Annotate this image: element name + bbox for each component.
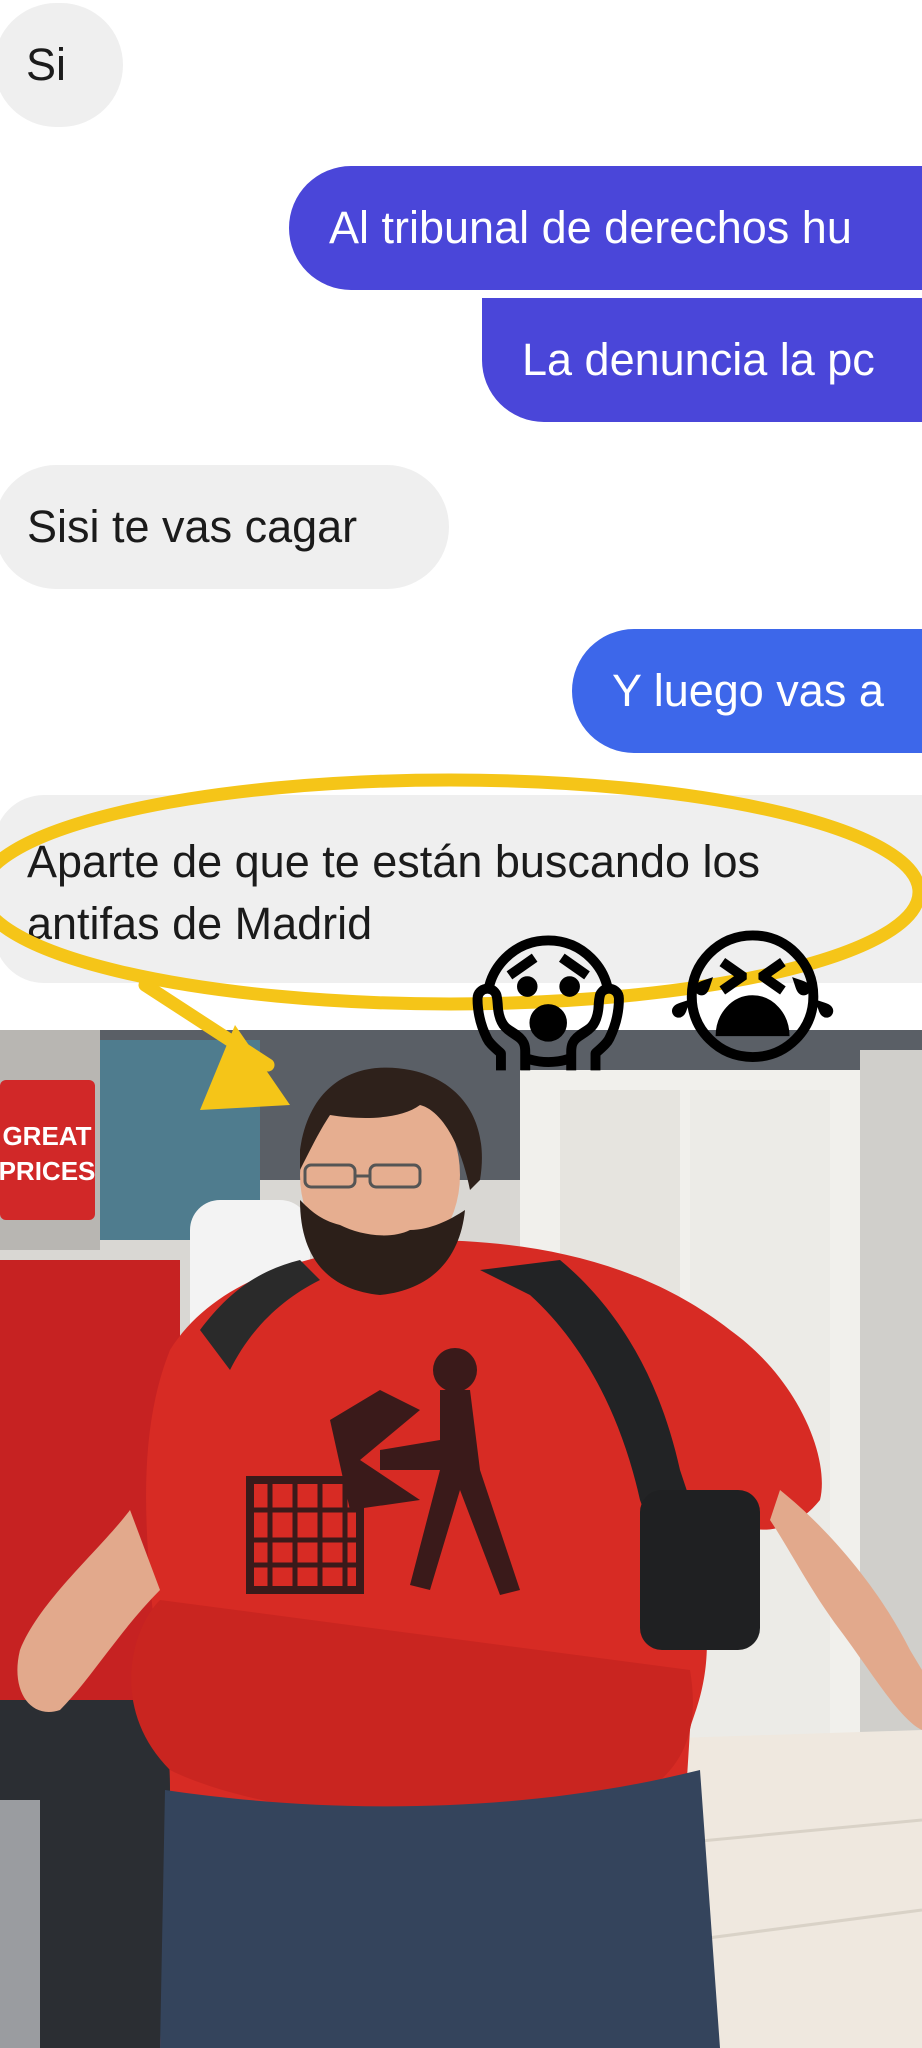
message-text: La denuncia la pc bbox=[522, 334, 875, 385]
message-text: Sisi te vas cagar bbox=[27, 501, 358, 552]
message-text-block: Aparte de que te están buscando los anti… bbox=[27, 831, 760, 955]
photo-illustration: GREAT PRICES bbox=[0, 1030, 922, 2048]
face-screaming-in-fear-icon: 😱 bbox=[470, 918, 627, 1092]
message-text: Al tribunal de derechos hu bbox=[329, 202, 852, 253]
message-sent-y-luego[interactable]: Y luego vas a bbox=[572, 629, 922, 753]
chat-thread: Si Al tribunal de derechos hu La denunci… bbox=[0, 0, 922, 1030]
sign-text-2: PRICES bbox=[0, 1156, 95, 1186]
loudly-crying-face-icon: 😭 bbox=[665, 913, 841, 1087]
sign-text-1: GREAT bbox=[2, 1121, 91, 1151]
message-text: Si bbox=[26, 39, 67, 90]
message-received-si[interactable]: Si bbox=[0, 3, 123, 127]
message-line-1: Aparte de que te están buscando los bbox=[27, 836, 761, 887]
message-sent-tribunal[interactable]: Al tribunal de derechos hu bbox=[289, 166, 922, 290]
message-sent-denuncia[interactable]: La denuncia la pc bbox=[482, 298, 922, 422]
message-line-2: antifas de Madrid bbox=[27, 898, 373, 949]
message-received-sisi[interactable]: Sisi te vas cagar bbox=[0, 465, 449, 589]
meme-photo: GREAT PRICES bbox=[0, 1030, 922, 2048]
message-text: Y luego vas a bbox=[612, 665, 884, 716]
